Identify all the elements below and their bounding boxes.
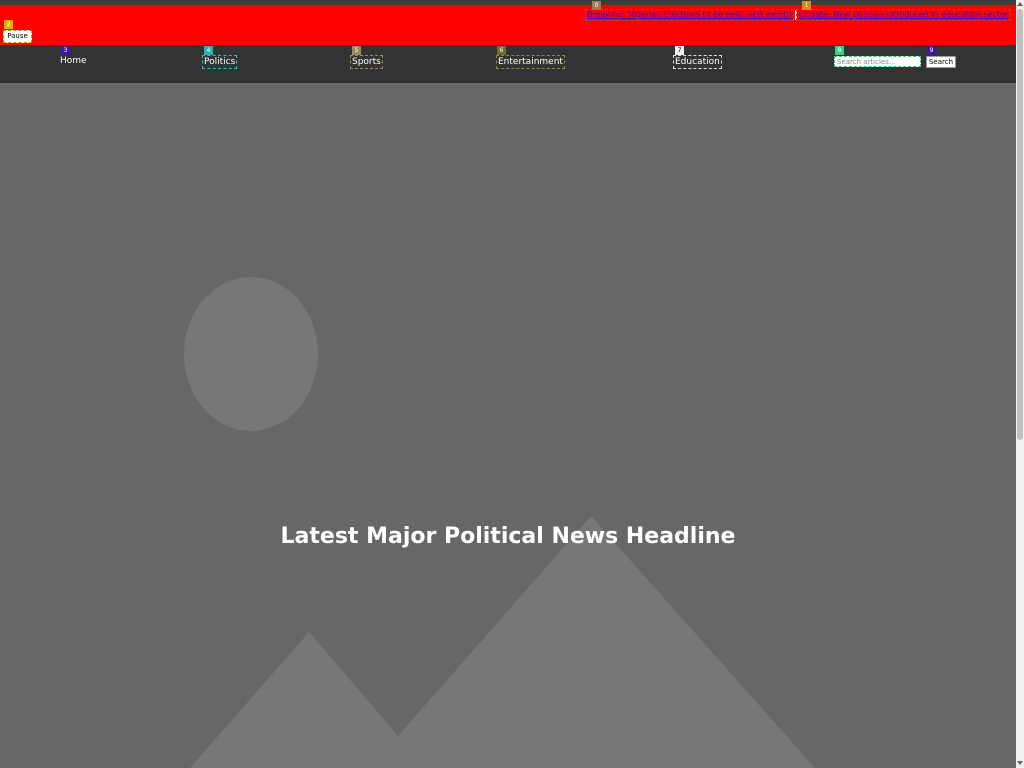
element-index-badge: 0 <box>592 1 601 10</box>
scroll-down-arrow-icon[interactable] <box>1017 761 1023 765</box>
nav-item-entertainment[interactable]: Entertainment <box>496 55 565 69</box>
nav-item-education[interactable]: Education <box>673 55 722 69</box>
element-index-badge: 4 <box>204 46 213 55</box>
pause-ticker-button[interactable]: Pause <box>3 30 32 43</box>
element-index-badge: 9 <box>927 46 936 55</box>
ticker-headline-link[interactable]: Breaking: Nigerian Elections to be held … <box>585 9 794 21</box>
nav-item-politics[interactable]: Politics <box>202 55 238 69</box>
element-index-badge: 5 <box>352 46 361 55</box>
nav-item-home[interactable]: Home <box>60 55 87 67</box>
news-ticker: Breaking: Nigerian Elections to be held … <box>0 5 1016 45</box>
ticker-headline-link[interactable]: Update: New policies introduced in educa… <box>795 9 1012 21</box>
image-placeholder-icon <box>184 277 815 768</box>
element-index-badge: 2 <box>4 20 13 29</box>
hero-headline[interactable]: Latest Major Political News Headline <box>0 522 1016 552</box>
element-index-badge: 7 <box>675 46 684 55</box>
scrollbar-thumb[interactable] <box>1017 9 1023 440</box>
element-index-badge: 6 <box>497 46 506 55</box>
vertical-scrollbar[interactable] <box>1016 0 1024 768</box>
hero-banner[interactable]: Latest Major Political News Headline <box>0 83 1016 768</box>
scroll-up-arrow-icon[interactable] <box>1017 2 1023 6</box>
nav-item-sports[interactable]: Sports <box>350 55 383 69</box>
element-index-badge: 8 <box>835 46 844 55</box>
element-index-badge: 3 <box>61 46 70 55</box>
search-input[interactable] <box>834 56 921 67</box>
element-index-badge: 1 <box>802 1 811 10</box>
search-button[interactable]: Search <box>926 56 956 68</box>
